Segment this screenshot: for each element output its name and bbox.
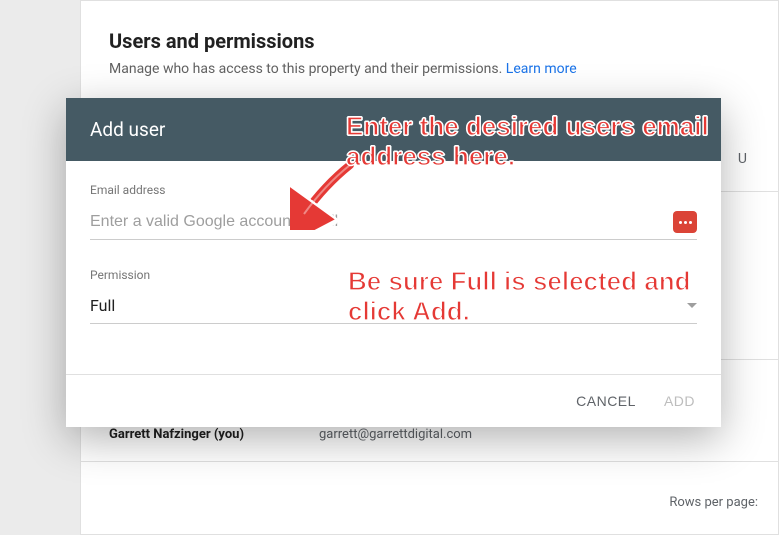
user-email: garrett@garrettdigital.com (319, 427, 472, 442)
contacts-icon[interactable] (673, 211, 697, 233)
permission-value: Full (90, 296, 115, 315)
email-input[interactable] (90, 213, 665, 231)
dialog-actions: CANCEL ADD (66, 374, 721, 427)
table-row: Garrett Nafzinger (you) garrett@garrettd… (109, 427, 472, 442)
divider (81, 461, 778, 462)
permission-label: Permission (90, 268, 697, 282)
user-name: Garrett Nafzinger (you) (109, 427, 319, 442)
add-user-dialog: Add user Email address Permission Full C… (66, 98, 721, 427)
add-button[interactable]: ADD (664, 393, 695, 409)
email-field-row (90, 211, 697, 240)
page-subtitle-text: Manage who has access to this property a… (109, 61, 506, 77)
chevron-down-icon (687, 303, 697, 308)
page-subtitle: Manage who has access to this property a… (109, 61, 778, 77)
dialog-title: Add user (66, 98, 721, 161)
learn-more-link[interactable]: Learn more (506, 61, 577, 77)
pagination-label: Rows per page: (669, 495, 758, 510)
permission-select[interactable]: Full (90, 296, 697, 324)
cancel-button[interactable]: CANCEL (576, 393, 636, 409)
email-label: Email address (90, 183, 697, 197)
tab-fragment-u[interactable]: U (738, 151, 748, 167)
dialog-body: Email address Permission Full (66, 161, 721, 334)
page-title: Users and permissions (109, 29, 778, 53)
